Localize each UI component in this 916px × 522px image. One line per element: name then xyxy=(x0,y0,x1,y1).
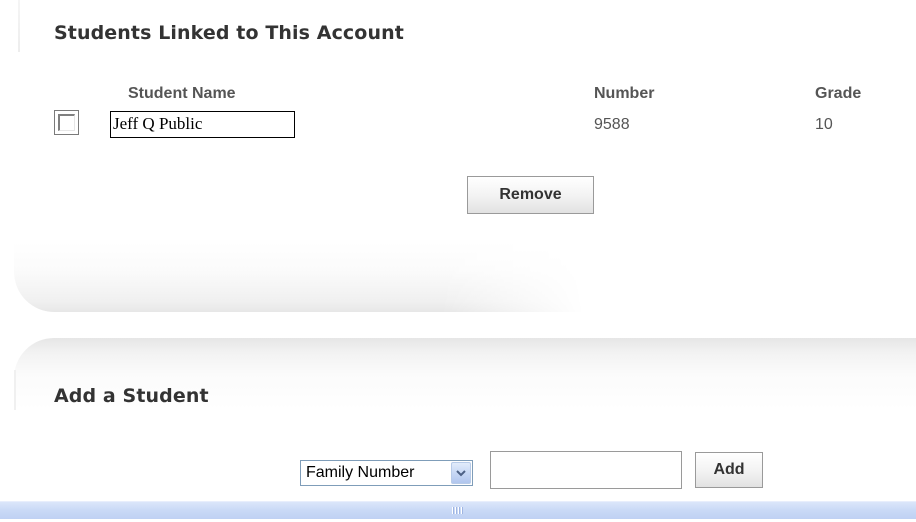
lookup-type-selected-value: Family Number xyxy=(306,464,415,481)
lookup-type-select[interactable]: Family Number xyxy=(300,460,473,486)
linked-students-title: Students Linked to This Account xyxy=(54,22,404,44)
column-header-student-name: Student Name xyxy=(128,85,236,102)
add-student-title: Add a Student xyxy=(54,385,209,407)
panel-bottom-edge xyxy=(14,242,584,312)
linked-students-panel: Students Linked to This Account Student … xyxy=(0,0,916,315)
dropdown-arrow-button[interactable] xyxy=(451,462,471,484)
page: Students Linked to This Account Student … xyxy=(0,0,916,522)
horizontal-scrollbar[interactable] xyxy=(0,501,916,522)
panel-accent xyxy=(18,0,20,52)
lookup-value-input[interactable] xyxy=(490,451,682,489)
student-grade-cell: 10 xyxy=(815,116,833,133)
add-button[interactable]: Add xyxy=(695,452,763,488)
scrollbar-grip-icon xyxy=(451,507,463,514)
column-header-grade: Grade xyxy=(815,85,862,102)
student-number-cell: 9588 xyxy=(594,116,630,133)
student-name-cell: Jeff Q Public xyxy=(110,111,295,138)
remove-button[interactable]: Remove xyxy=(467,176,594,214)
column-header-number: Number xyxy=(594,85,655,102)
scrollbar-thumb[interactable] xyxy=(0,501,916,519)
student-row-checkbox[interactable] xyxy=(54,110,79,135)
panel-accent xyxy=(14,370,16,410)
